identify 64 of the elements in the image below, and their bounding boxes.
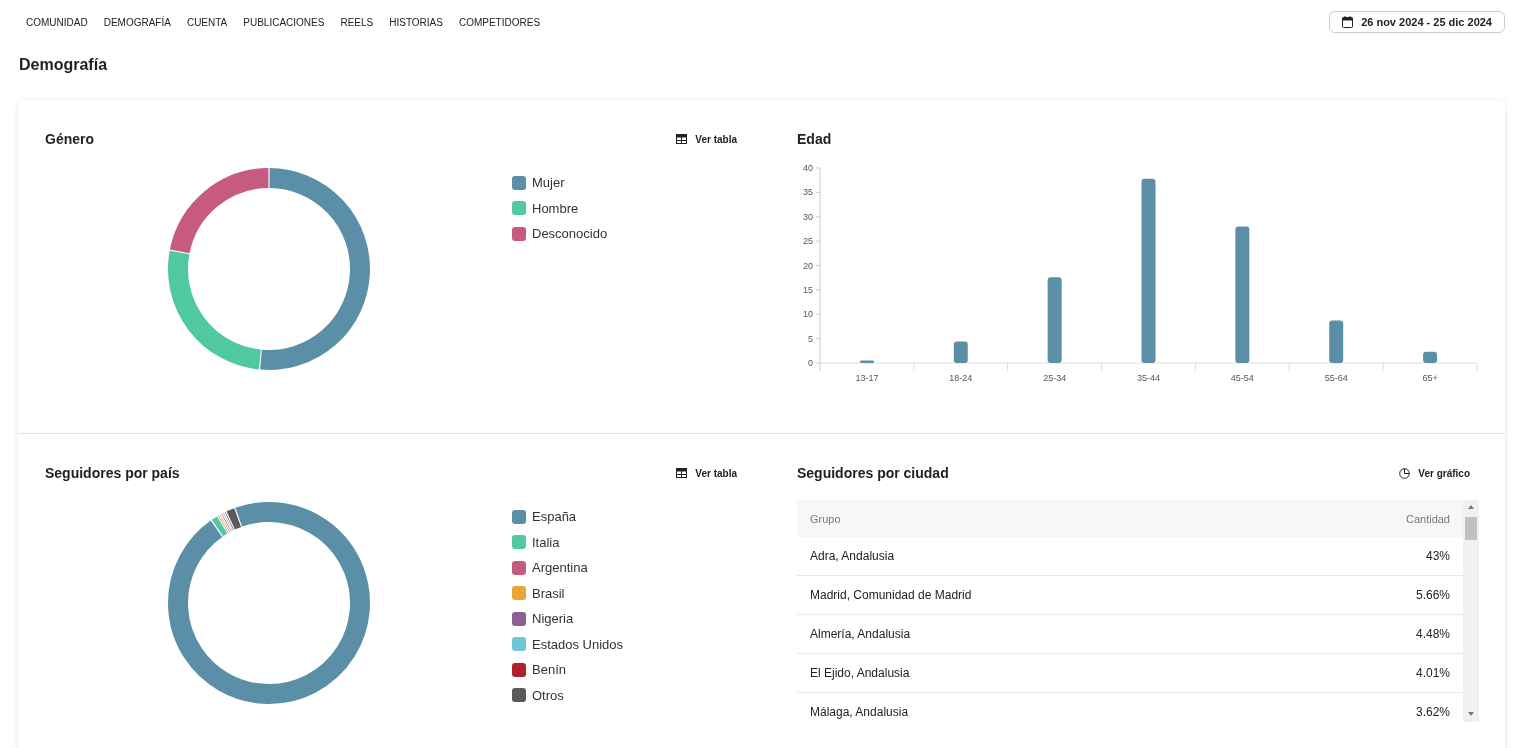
table-cell: 3.62% bbox=[1415, 705, 1450, 719]
section-title: Seguidores por país bbox=[45, 465, 180, 481]
section-title: Seguidores por ciudad bbox=[797, 465, 949, 481]
table-cell: 43% bbox=[1425, 549, 1450, 563]
table-cell: El Ejido, Andalusia bbox=[810, 666, 910, 680]
x-tick-label: 18-24 bbox=[949, 373, 973, 383]
nav-tab[interactable]: HISTORIAS bbox=[381, 12, 451, 32]
nav-tab[interactable]: CUENTA bbox=[178, 12, 236, 32]
table-cell: 4.48% bbox=[1415, 627, 1450, 641]
column-header: Cantidad bbox=[1405, 512, 1450, 525]
view-table-button[interactable]: Ver tabla bbox=[676, 133, 737, 145]
legend-label: Brasil bbox=[532, 585, 565, 601]
section-title: Edad bbox=[797, 131, 832, 147]
y-tick-label: 10 bbox=[803, 309, 813, 320]
calendar-icon bbox=[1342, 16, 1354, 28]
legend-label: Mujer bbox=[532, 175, 565, 191]
table-icon bbox=[676, 134, 688, 144]
nav-tab[interactable]: REELS bbox=[332, 12, 382, 32]
pie-chart-icon bbox=[1399, 467, 1411, 479]
column-header: Grupo bbox=[810, 512, 841, 525]
bar bbox=[1423, 351, 1438, 363]
x-tick-label: 13-17 bbox=[855, 373, 879, 383]
x-tick-label: 45-54 bbox=[1230, 373, 1254, 383]
table-icon bbox=[676, 468, 688, 478]
scrollbar[interactable] bbox=[1463, 500, 1479, 722]
table-cell: Almería, Andalusia bbox=[810, 627, 911, 641]
nav-tab[interactable]: COMUNIDAD bbox=[18, 12, 96, 32]
date-range-button[interactable]: 26 nov 2024 - 25 dic 2024 bbox=[1329, 11, 1505, 33]
x-tick-label: 25-34 bbox=[1043, 373, 1067, 383]
page-title: Demografía bbox=[18, 55, 109, 75]
legend-label: Otros bbox=[532, 687, 564, 703]
section-title: Género bbox=[45, 131, 94, 147]
legend-label: Nigeria bbox=[532, 611, 574, 627]
y-tick-label: 15 bbox=[803, 284, 813, 295]
table-cell: 4.01% bbox=[1415, 666, 1450, 680]
y-tick-label: 35 bbox=[803, 187, 813, 198]
nav-tab[interactable]: PUBLICACIONES bbox=[235, 12, 333, 32]
bar bbox=[1329, 320, 1344, 363]
nav-tab[interactable]: COMPETIDORES bbox=[450, 12, 549, 32]
table-cell: Madrid, Comunidad de Madrid bbox=[810, 588, 972, 602]
legend-label: Benín bbox=[532, 662, 566, 678]
legend-label: Italia bbox=[532, 534, 560, 550]
x-tick-label: 65+ bbox=[1422, 373, 1438, 383]
y-tick-label: 30 bbox=[803, 211, 813, 222]
legend-label: Desconocido bbox=[532, 226, 608, 242]
view-chart-button[interactable]: Ver gráfico bbox=[1399, 467, 1470, 479]
nav-tab[interactable]: DEMOGRAFÍA bbox=[95, 12, 179, 32]
x-tick-label: 35-44 bbox=[1137, 373, 1160, 383]
view-table-button[interactable]: Ver tabla bbox=[676, 467, 737, 479]
legend-label: Argentina bbox=[532, 560, 588, 576]
y-tick-label: 25 bbox=[803, 236, 813, 247]
y-tick-label: 0 bbox=[808, 358, 813, 368]
table-cell: Málaga, Andalusia bbox=[810, 705, 909, 719]
legend-label: España bbox=[532, 509, 577, 525]
legend-label: Hombre bbox=[532, 200, 579, 216]
bar bbox=[953, 341, 968, 363]
bar bbox=[859, 360, 874, 363]
y-tick-label: 40 bbox=[803, 163, 813, 173]
legend-label: Estados Unidos bbox=[532, 636, 624, 652]
x-tick-label: 55-64 bbox=[1324, 373, 1348, 383]
y-tick-label: 20 bbox=[803, 260, 813, 271]
y-tick-label: 5 bbox=[808, 333, 813, 344]
table-cell: 5.66% bbox=[1415, 588, 1450, 602]
table-cell: Adra, Andalusia bbox=[810, 549, 895, 563]
